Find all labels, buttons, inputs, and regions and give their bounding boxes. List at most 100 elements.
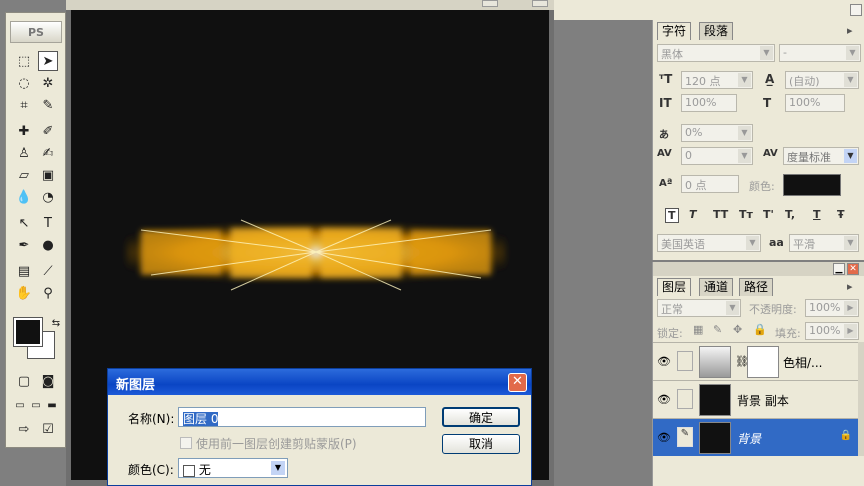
layer-row[interactable]: 👁 ✎ 背景 🔒 xyxy=(653,418,858,456)
eye-icon[interactable]: 👁 xyxy=(657,393,671,406)
link-slot[interactable] xyxy=(677,351,693,371)
lock-position-icon[interactable]: ✥ xyxy=(733,323,742,336)
fill-label: 填充: xyxy=(775,327,801,340)
close-panel-icon[interactable]: ✕ xyxy=(847,263,859,275)
underline-button[interactable]: T xyxy=(813,208,821,221)
eyedropper-tool-icon[interactable]: ⟋ xyxy=(38,261,58,281)
type-tool-icon[interactable]: T xyxy=(38,213,58,233)
clipping-mask-checkbox[interactable] xyxy=(180,437,192,449)
fill-input[interactable]: 100% ▶ xyxy=(805,322,859,340)
cancel-button[interactable]: 取消 xyxy=(442,434,520,454)
ok-label: 确定 xyxy=(468,411,493,425)
clone-stamp-icon[interactable]: ♙ xyxy=(14,143,34,163)
notes-tool-icon[interactable]: ▤ xyxy=(14,261,34,281)
layer-row[interactable]: 👁 背景 副本 xyxy=(653,380,858,418)
foreground-color-swatch[interactable] xyxy=(13,317,43,347)
document-title-bar xyxy=(66,0,554,10)
minimize-panel-icon[interactable]: ▁ xyxy=(833,263,845,275)
kerning-icon: AV xyxy=(657,148,672,159)
lock-transparency-icon[interactable]: ▦ xyxy=(693,323,703,336)
quick-mask-icon[interactable]: ◙ xyxy=(38,371,58,391)
jump-to-imageready-icon[interactable]: ⇨ xyxy=(14,419,34,439)
opacity-input[interactable]: 100% ▶ xyxy=(805,299,859,317)
slice-tool-icon[interactable]: ✎ xyxy=(38,95,58,115)
panel-options-icon[interactable]: ▸ xyxy=(847,280,853,293)
color-label: 颜色(C): xyxy=(128,463,174,477)
tsume-input[interactable]: 0% ▼ xyxy=(681,124,753,142)
eye-icon[interactable]: 👁 xyxy=(657,431,671,444)
dialog-close-icon[interactable]: ✕ xyxy=(508,373,527,392)
tab-layers[interactable]: 图层 xyxy=(657,278,692,296)
dodge-tool-icon[interactable]: ◔ xyxy=(38,187,58,207)
layer-name-value: 图层 0 xyxy=(183,412,219,426)
all-caps-button[interactable]: TT xyxy=(713,208,728,221)
small-caps-button[interactable]: Tт xyxy=(739,208,753,221)
tab-paths[interactable]: 路径 xyxy=(739,278,774,296)
healing-brush-icon[interactable]: ✚ xyxy=(14,121,34,141)
antialias-select[interactable]: 平滑 ▼ xyxy=(789,234,859,252)
magic-wand-tool-icon[interactable]: ✲ xyxy=(38,73,58,93)
crop-tool-icon[interactable]: ⌗ xyxy=(14,95,34,115)
tsume-value: 0% xyxy=(685,126,703,139)
panel-menu-icon[interactable] xyxy=(850,4,862,16)
eye-icon[interactable]: 👁 xyxy=(657,355,671,368)
layers-scrollbar[interactable] xyxy=(858,342,864,456)
horizontal-scale-icon: T xyxy=(763,96,772,110)
pen-tool-icon[interactable]: ✒ xyxy=(14,235,34,255)
font-family-select[interactable]: 黑体 ▼ xyxy=(657,44,775,62)
screen-mode-full-icon[interactable]: ▬ xyxy=(42,395,62,415)
lasso-tool-icon[interactable]: ◌ xyxy=(14,73,34,93)
marquee-tool-icon[interactable]: ⬚ xyxy=(14,51,34,71)
horizontal-scale-input[interactable]: 100% xyxy=(785,94,845,112)
lock-image-icon[interactable]: ✎ xyxy=(713,323,722,336)
imageready-icon[interactable]: ☑ xyxy=(38,419,58,439)
layer-name-input[interactable]: 图层 0 xyxy=(178,407,426,427)
blend-mode-select[interactable]: 正常 ▼ xyxy=(657,299,741,317)
brush-tool-icon[interactable]: ✐ xyxy=(38,121,58,141)
link-slot[interactable] xyxy=(677,389,693,409)
zoom-tool-icon[interactable]: ⚲ xyxy=(38,283,58,303)
tab-channels[interactable]: 通道 xyxy=(699,278,734,296)
hand-tool-icon[interactable]: ✋ xyxy=(14,283,34,303)
new-layer-dialog: 新图层 ✕ 名称(N): 图层 0 确定 取消 使用前一图层创建剪贴蒙版(P) … xyxy=(107,368,532,486)
subscript-button[interactable]: T, xyxy=(785,208,795,221)
font-size-input[interactable]: 120 点 ▼ xyxy=(681,71,753,89)
chevron-right-icon: ▶ xyxy=(844,301,857,315)
close-window-button[interactable] xyxy=(532,0,548,7)
tab-character[interactable]: 字符 xyxy=(657,22,692,40)
swap-colors-icon[interactable]: ⇆ xyxy=(46,313,66,333)
tab-paragraph-label: 段落 xyxy=(704,24,729,38)
tab-paragraph[interactable]: 段落 xyxy=(699,22,734,40)
gradient-tool-icon[interactable]: ▣ xyxy=(38,165,58,185)
vertical-scale-input[interactable]: 100% xyxy=(681,94,737,112)
ok-button[interactable]: 确定 xyxy=(442,407,520,427)
eraser-tool-icon[interactable]: ▱ xyxy=(14,165,34,185)
layer-row[interactable]: 👁 ⛓ 色相/... xyxy=(653,342,858,380)
strikethrough-button[interactable]: Ŧ xyxy=(837,208,845,221)
restore-button[interactable] xyxy=(482,0,498,7)
brush-icon[interactable]: ✎ xyxy=(677,427,693,447)
language-select[interactable]: 美国英语 ▼ xyxy=(657,234,761,252)
path-select-icon[interactable]: ↖ xyxy=(14,213,34,233)
panel-options-icon[interactable]: ▸ xyxy=(847,24,853,37)
font-style-select[interactable]: - ▼ xyxy=(779,44,861,62)
blur-tool-icon[interactable]: 💧 xyxy=(14,187,34,207)
shape-tool-icon[interactable]: ● xyxy=(38,235,58,255)
kerning-input[interactable]: 0 ▼ xyxy=(681,147,753,165)
text-color-swatch[interactable] xyxy=(783,174,841,196)
baseline-shift-input[interactable]: 0 点 xyxy=(681,175,739,193)
move-tool-icon[interactable]: ➤ xyxy=(38,51,58,71)
history-brush-icon[interactable]: ✍ xyxy=(38,143,58,163)
color-select[interactable]: 无 ▼ xyxy=(178,458,288,478)
leading-input[interactable]: (自动) ▼ xyxy=(785,71,859,89)
dialog-title: 新图层 xyxy=(116,378,156,393)
tracking-select[interactable]: 度量标准 ▼ xyxy=(783,147,859,165)
faux-bold-button[interactable]: T xyxy=(665,208,679,223)
leading-icon: A̲ xyxy=(765,72,775,86)
standard-mode-icon[interactable]: ▢ xyxy=(14,371,34,391)
baseline-shift-value: 0 点 xyxy=(685,179,707,192)
blend-mode-value: 正常 xyxy=(661,303,683,316)
superscript-button[interactable]: T' xyxy=(763,208,774,221)
lock-all-icon[interactable]: 🔒 xyxy=(753,323,767,336)
faux-italic-button[interactable]: T xyxy=(689,208,697,221)
